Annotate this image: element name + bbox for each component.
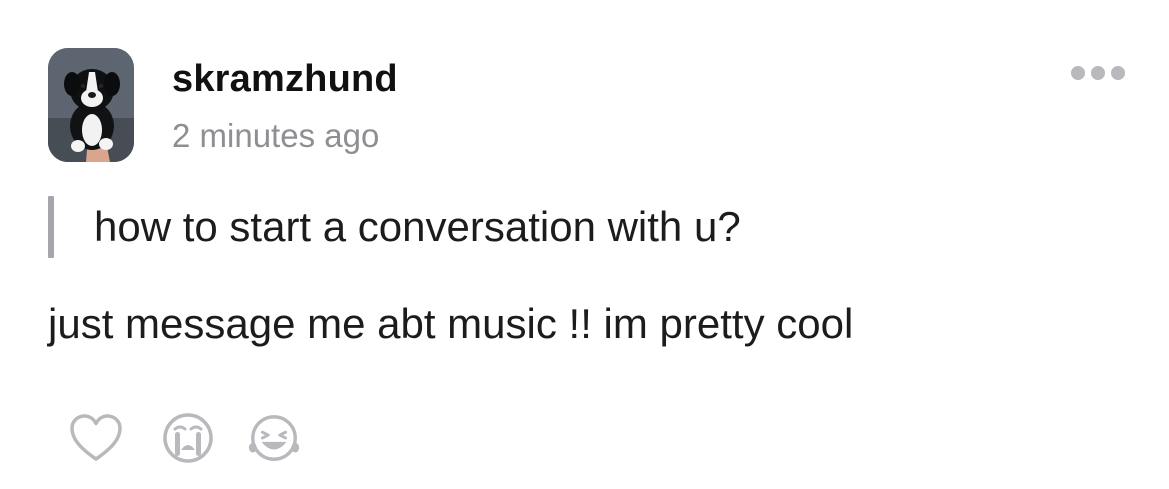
answer-text: just message me abt music !! im pretty c…: [48, 300, 854, 347]
heart-icon: [70, 414, 122, 461]
timestamp: 2 minutes ago: [172, 117, 380, 154]
heart-reaction-button[interactable]: [68, 410, 124, 466]
crying-face-icon: [163, 413, 213, 463]
question-text: how to start a conversation with u?: [94, 203, 741, 250]
laughing-reaction-button[interactable]: [246, 410, 302, 466]
crying-reaction-button[interactable]: [160, 410, 216, 466]
username[interactable]: skramzhund: [172, 58, 398, 101]
more-horizontal-icon-dot: [1111, 66, 1125, 80]
reaction-bar: [68, 410, 338, 466]
laughing-face-icon: [248, 415, 300, 461]
puppy-photo: [48, 48, 134, 162]
more-options-button[interactable]: [1071, 60, 1125, 86]
post-card: skramzhund 2 minutes ago how to start a …: [0, 0, 1169, 489]
quoted-question: how to start a conversation with u?: [48, 196, 741, 258]
more-horizontal-icon-dot: [1091, 66, 1105, 80]
more-horizontal-icon-dot: [1071, 66, 1085, 80]
avatar[interactable]: [48, 48, 134, 162]
quote-bar: [48, 196, 54, 258]
